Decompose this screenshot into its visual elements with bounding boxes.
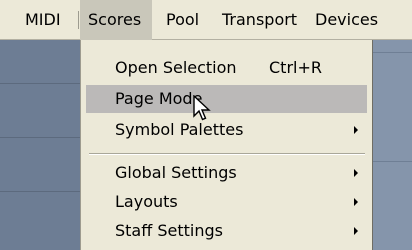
menu-item-symbol-palettes[interactable]: Symbol Palettes xyxy=(86,116,367,144)
menu-item-staff-settings[interactable]: Staff Settings xyxy=(86,217,367,245)
menu-transport[interactable]: Transport xyxy=(222,0,297,40)
menu-item-label: Page Mode xyxy=(115,89,203,108)
menu-pool[interactable]: Pool xyxy=(166,0,199,40)
workspace-left xyxy=(0,40,80,250)
scores-dropdown-menu: Open Selection Ctrl+R Page Mode Symbol P… xyxy=(80,40,373,250)
menu-midi[interactable]: MIDI xyxy=(25,0,61,40)
track-divider xyxy=(0,137,80,138)
track-divider xyxy=(0,191,80,192)
menu-separator xyxy=(89,153,365,155)
menu-item-page-mode[interactable]: Page Mode xyxy=(86,85,367,113)
track-divider xyxy=(373,52,412,53)
menu-item-layouts[interactable]: Layouts xyxy=(86,188,367,216)
track-divider xyxy=(373,161,412,162)
menu-item-shortcut: Ctrl+R xyxy=(269,58,322,77)
menu-bar: MIDI Scores Pool Transport Devices xyxy=(0,0,412,40)
submenu-arrow-icon xyxy=(354,169,358,177)
menu-item-open-selection[interactable]: Open Selection Ctrl+R xyxy=(86,54,367,82)
track-divider xyxy=(0,83,80,84)
menu-item-label: Global Settings xyxy=(115,163,237,182)
menu-item-label: Layouts xyxy=(115,192,178,211)
menu-item-label: Symbol Palettes xyxy=(115,120,244,139)
submenu-arrow-icon xyxy=(354,126,358,134)
menu-divider xyxy=(78,11,79,29)
submenu-arrow-icon xyxy=(354,198,358,206)
submenu-arrow-icon xyxy=(354,227,358,235)
menu-item-label: Open Selection xyxy=(115,58,237,77)
menu-item-global-settings[interactable]: Global Settings xyxy=(86,159,367,187)
mouse-pointer-icon xyxy=(193,95,211,121)
workspace-right xyxy=(373,40,412,250)
menu-scores[interactable]: Scores xyxy=(80,0,152,40)
menu-item-label: Staff Settings xyxy=(115,221,223,240)
menu-devices[interactable]: Devices xyxy=(315,0,378,40)
